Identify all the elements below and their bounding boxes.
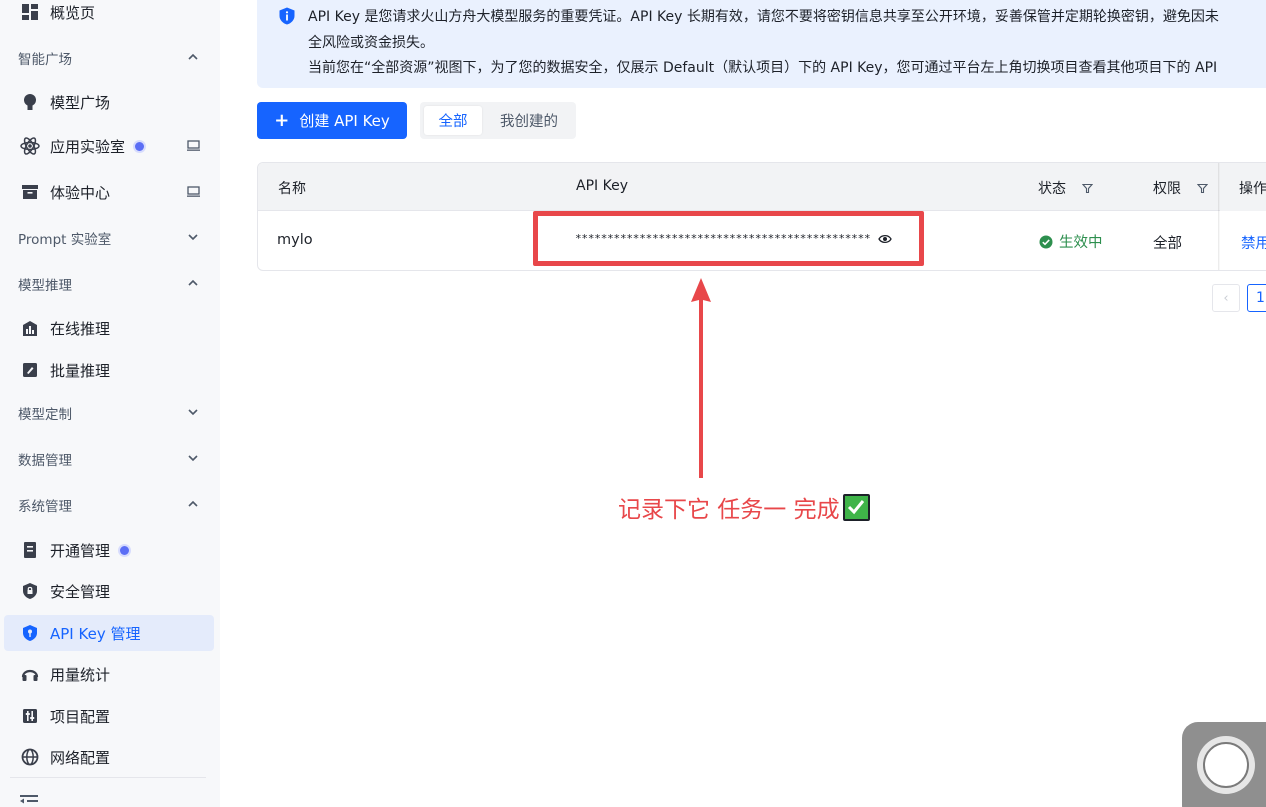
- annotation-label: 记录下它 任务一 完成: [618, 497, 840, 523]
- cell-api-key: ****************************************…: [575, 232, 871, 245]
- sidebar-item-online-inference[interactable]: 在线推理: [4, 310, 214, 346]
- sidebar-item-label: API Key 管理: [50, 624, 141, 643]
- monitor-icon: [187, 140, 200, 151]
- chevron-up-icon: [188, 53, 198, 60]
- sidebar-item-activation[interactable]: 开通管理: [4, 532, 214, 568]
- dashboard-icon: [20, 2, 40, 22]
- filter-icon[interactable]: [1082, 183, 1094, 194]
- sidebar-item-api-key[interactable]: API Key 管理: [4, 615, 214, 651]
- sidebar-item-security[interactable]: 安全管理: [4, 573, 214, 609]
- filter-segmented-control: 全部 我创建的: [420, 102, 576, 139]
- status-text: 生效中: [1059, 235, 1103, 251]
- group-data-mgmt[interactable]: 数据管理: [0, 444, 220, 474]
- info-text-line-3: 当前您在“全部资源”视图下，为了您的数据安全，仅展示 Default（默认项目）…: [308, 60, 1218, 76]
- eye-icon[interactable]: [878, 233, 892, 245]
- sidebar-item-label: 在线推理: [50, 319, 111, 338]
- create-button-label: 创建 API Key: [299, 112, 390, 130]
- plus-icon: +: [274, 110, 290, 131]
- group-label: 系统管理: [18, 499, 72, 515]
- group-smart-plaza[interactable]: 智能广场: [0, 43, 220, 73]
- sidebar-item-project-config[interactable]: 项目配置: [4, 698, 214, 734]
- checkmark-icon: [842, 493, 870, 521]
- headset-icon: [20, 664, 40, 684]
- sidebar-item-label: 开通管理: [50, 541, 111, 560]
- group-label: 模型定制: [18, 407, 72, 423]
- col-header-perm-label: 权限: [1153, 181, 1181, 197]
- sidebar-item-label: 批量推理: [50, 361, 111, 380]
- sliders-icon: [20, 706, 40, 726]
- group-label: 数据管理: [18, 453, 72, 469]
- tab-mine[interactable]: 我创建的: [486, 106, 572, 135]
- col-header-status[interactable]: 状态: [1038, 178, 1094, 198]
- atom-icon: [20, 136, 40, 156]
- chevron-down-icon: [188, 455, 198, 462]
- chevron-up-icon: [188, 500, 198, 507]
- cell-name: mylo: [277, 232, 313, 248]
- col-header-api-key: API Key: [576, 178, 628, 194]
- sidebar-item-label: 体验中心: [50, 183, 111, 202]
- check-circle-icon: [1039, 235, 1053, 248]
- info-shield-icon: [279, 7, 295, 25]
- group-label: Prompt 实验室: [18, 232, 112, 248]
- lightbulb-icon: [20, 92, 40, 112]
- group-prompt-lab[interactable]: Prompt 实验室: [0, 223, 220, 253]
- sidebar-item-app-lab[interactable]: 应用实验室: [4, 128, 214, 164]
- sidebar-item-label: 用量统计: [50, 665, 111, 684]
- annotation-arrow-icon: [691, 278, 711, 478]
- collapse-menu-icon[interactable]: [20, 794, 38, 807]
- group-system-mgmt[interactable]: 系统管理: [0, 490, 220, 520]
- box-icon: [20, 182, 40, 202]
- new-dot-badge: [120, 545, 130, 555]
- sidebar-item-label: 安全管理: [50, 582, 111, 601]
- info-text-line-2: 全风险或资金损失。: [308, 35, 434, 51]
- table-header: [258, 163, 1266, 211]
- sidebar-item-model-plaza[interactable]: 模型广场: [4, 84, 214, 120]
- group-model-inference[interactable]: 模型推理: [0, 269, 220, 299]
- sidebar-item-label: 模型广场: [50, 93, 111, 112]
- sidebar-item-overview[interactable]: 概览页: [4, 0, 214, 30]
- sidebar-item-label: 应用实验室: [50, 137, 126, 156]
- document-icon: [20, 540, 40, 560]
- sidebar-item-batch-inference[interactable]: 批量推理: [4, 352, 214, 388]
- col-header-ops: 操作: [1239, 181, 1266, 197]
- sidebar-item-label: 网络配置: [50, 748, 111, 767]
- col-header-name: 名称: [278, 181, 306, 197]
- status-badge: 生效中: [1039, 231, 1103, 252]
- chevron-down-icon: [188, 234, 198, 241]
- chevron-down-icon: [188, 409, 198, 416]
- sidebar-item-network-config[interactable]: 网络配置: [4, 739, 214, 775]
- group-label: 模型推理: [18, 278, 72, 294]
- sidebar-divider: [10, 777, 206, 778]
- sidebar-item-usage[interactable]: 用量统计: [4, 656, 214, 692]
- floating-button-core: [1203, 742, 1249, 788]
- pagination-page-1[interactable]: 1: [1247, 284, 1266, 312]
- sidebar-item-label: 概览页: [50, 3, 96, 22]
- monitor-icon: [187, 186, 200, 197]
- pagination-prev-button[interactable]: ‹: [1212, 284, 1240, 312]
- filter-icon[interactable]: [1197, 183, 1209, 194]
- globe-icon: [20, 747, 40, 767]
- col-header-status-label: 状态: [1038, 181, 1066, 197]
- group-model-custom[interactable]: 模型定制: [0, 398, 220, 428]
- sidebar-item-label: 项目配置: [50, 707, 111, 726]
- bar-chart-icon: [20, 318, 40, 338]
- shield-key-icon: [20, 623, 40, 643]
- info-banner: API Key 是您请求火山方舟大模型服务的重要凭证。API Key 长期有效，…: [257, 0, 1266, 88]
- chevron-up-icon: [188, 279, 198, 286]
- sidebar-item-experience[interactable]: 体验中心: [4, 174, 214, 210]
- shield-lock-icon: [20, 581, 40, 601]
- create-api-key-button[interactable]: + 创建 API Key: [257, 102, 407, 139]
- rocket-icon: [20, 360, 40, 380]
- floating-assistive-button[interactable]: [1182, 722, 1266, 807]
- disable-link[interactable]: 禁用: [1241, 232, 1266, 253]
- new-dot-badge: [135, 141, 145, 151]
- col-header-permission[interactable]: 权限: [1153, 178, 1209, 198]
- cell-permission: 全部: [1153, 236, 1182, 252]
- group-label: 智能广场: [18, 52, 72, 68]
- tab-all[interactable]: 全部: [424, 106, 482, 135]
- annotation-text: 记录下它 任务一 完成: [618, 490, 870, 524]
- info-text-line-1: API Key 是您请求火山方舟大模型服务的重要凭证。API Key 长期有效，…: [308, 9, 1219, 25]
- sidebar: 概览页 智能广场 模型广场 应用实验室 体验中心 Prompt 实验室 模型推理: [0, 0, 220, 807]
- floating-button-ring: [1197, 736, 1255, 794]
